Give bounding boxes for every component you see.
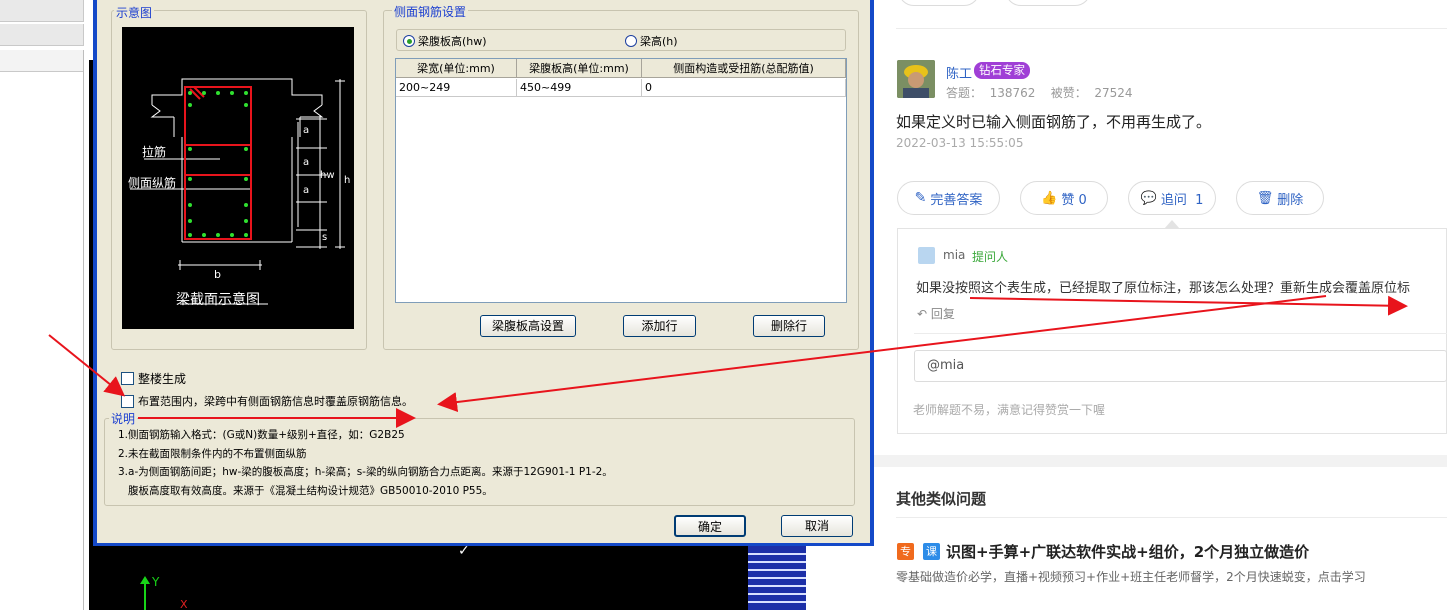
add-row-button[interactable]: 添加行 xyxy=(623,315,696,337)
rebar-table[interactable]: 梁宽(单位:mm) 梁腹板高(单位:mm) 侧面构造或受扭筋(总配筋值) 200… xyxy=(395,58,847,303)
table-header: 梁宽(单位:mm) 梁腹板高(单位:mm) 侧面构造或受扭筋(总配筋值) xyxy=(396,59,846,78)
delete-answer-button[interactable]: 🗑 删除 xyxy=(1236,181,1324,215)
diagram-label-hw: hw xyxy=(320,170,335,181)
followup-label: 追问 1 xyxy=(1160,192,1204,208)
asker-avatar[interactable] xyxy=(918,247,935,264)
separator xyxy=(896,517,1447,518)
radio-beam-height-label: 梁高(h) xyxy=(640,35,678,48)
note-line: 2.未在截面限制条件内的不布置侧面纵筋 xyxy=(118,448,307,460)
author-name[interactable]: 陈工 xyxy=(946,63,972,82)
app-panel-header xyxy=(0,50,84,72)
note-line: 3.a-为侧面钢筋间距；hw-梁的腹板高度；h-梁高；s-梁的纵向钢筋合力点距离… xyxy=(118,466,613,478)
thumbs-up-icon: 👍 xyxy=(1041,190,1058,206)
improve-answer-button[interactable]: ✎ 完善答案 xyxy=(897,181,1000,215)
note-line: 腹板高度取有效高度。来源于《混凝土结构设计规范》GB50010-2010 P55… xyxy=(118,485,493,497)
diagram-label-h: h xyxy=(344,175,351,186)
prev-action-pill[interactable] xyxy=(898,0,980,6)
diagram-label-b: b xyxy=(214,268,221,281)
cell-width[interactable]: 200~249 xyxy=(396,79,517,96)
comment-icon: 💬 xyxy=(1140,190,1157,206)
delete-answer-label: 删除 xyxy=(1277,192,1304,208)
whole-building-label: 整楼生成 xyxy=(138,372,187,386)
cell-rebar[interactable]: 0 xyxy=(642,79,846,96)
separator xyxy=(896,28,1447,29)
height-type-radio-group: 梁腹板高(hw) 梁高(h) xyxy=(396,29,846,51)
reply-link[interactable]: ↶ 回复 xyxy=(917,305,955,322)
overwrite-checkbox[interactable]: 布置范围内，梁跨中有侧面钢筋信息时覆盖原钢筋信息。 xyxy=(121,393,413,409)
x-axis-label: X xyxy=(180,598,188,611)
left-app-pane xyxy=(0,0,92,610)
section-divider xyxy=(874,455,1447,467)
cell-web-height[interactable]: 450~499 xyxy=(517,79,642,96)
cancel-button[interactable]: 取消 xyxy=(781,515,853,537)
y-axis-label: Y xyxy=(152,575,160,589)
notes-title: 说明 xyxy=(109,410,138,427)
overwrite-label: 布置范围内，梁跨中有侧面钢筋信息时覆盖原钢筋信息。 xyxy=(138,395,413,408)
improve-answer-label: 完善答案 xyxy=(930,192,983,208)
diagram-label-side-bar: 侧面纵筋 xyxy=(128,176,177,190)
radio-web-height-label: 梁腹板高(hw) xyxy=(418,35,487,48)
diagram-label-a: a xyxy=(303,157,310,168)
radio-web-height[interactable]: 梁腹板高(hw) xyxy=(403,33,487,49)
diagram-label-a: a xyxy=(303,125,310,136)
app-toolbar-row xyxy=(0,24,84,46)
web-height-settings-button[interactable]: 梁腹板高设置 xyxy=(480,315,576,337)
settings-group-title: 侧面钢筋设置 xyxy=(392,3,469,20)
column-header-rebar[interactable]: 侧面构造或受扭筋(总配筋值) xyxy=(642,59,846,77)
checkbox-unchecked-icon xyxy=(121,394,134,408)
ok-button[interactable]: 确定 xyxy=(674,515,746,537)
answer-time: 2022-03-13 15:55:05 xyxy=(896,136,1024,150)
followup-text: 如果没按照这个表生成，已经提取了原位标注，那该怎么处理？重新生成会覆盖原位标 xyxy=(916,281,1411,296)
author-stats: 答题： 138762 被赞： 27524 xyxy=(946,86,1133,100)
y-axis-line xyxy=(144,580,146,610)
followup-button[interactable]: 💬 追问 1 xyxy=(1128,181,1216,215)
diagram-caption: 梁截面示意图 xyxy=(176,292,260,308)
reply-hint: 老师解题不易，满意记得赞赏一下喔 xyxy=(913,403,1106,417)
like-label: 赞 0 xyxy=(1061,192,1087,208)
app-toolbar-row xyxy=(0,0,84,22)
similar-course-title[interactable]: 识图+手算+广联达软件实战+组价，2个月独立做造价 xyxy=(946,541,1309,562)
cad-layer-panel xyxy=(748,545,806,610)
column-header-web-height[interactable]: 梁腹板高(单位:mm) xyxy=(517,59,642,77)
table-row[interactable]: 200~249 450~499 0 xyxy=(396,79,846,97)
diagram-label-lajin: 拉筋 xyxy=(142,145,167,159)
like-button[interactable]: 👍 赞 0 xyxy=(1020,181,1108,215)
tag-ke-badge: 课 xyxy=(923,543,940,560)
asker-name[interactable]: mia xyxy=(943,248,965,262)
diagram-label-s: s xyxy=(322,232,328,243)
checkbox-unchecked-icon xyxy=(121,372,134,385)
similar-course-desc: 零基础做造价必学，直播+视频预习+作业+班主任老师督学，2个月快速蜕变，点击学习 xyxy=(896,570,1366,584)
diagram-group-title: 示意图 xyxy=(114,4,155,21)
similar-heading: 其他类似问题 xyxy=(896,490,987,508)
separator xyxy=(914,333,1447,334)
column-header-width[interactable]: 梁宽(单位:mm) xyxy=(396,59,517,77)
diagram-label-a: a xyxy=(303,185,310,196)
reply-label: 回复 xyxy=(930,307,955,321)
tag-zhuan-badge: 专 xyxy=(897,543,914,560)
radio-unselected-icon xyxy=(625,35,637,47)
cad-canvas[interactable] xyxy=(89,545,805,610)
trash-icon: 🗑 xyxy=(1256,190,1274,206)
answer-text: 如果定义时已输入侧面钢筋了，不用再生成了。 xyxy=(896,113,1212,131)
whole-building-checkbox[interactable]: 整楼生成 xyxy=(121,370,186,387)
avatar-image xyxy=(897,60,935,98)
radio-selected-icon xyxy=(403,35,415,47)
reply-arrow-icon: ↶ xyxy=(917,307,931,321)
delete-row-button[interactable]: 删除行 xyxy=(753,315,825,337)
pane-divider xyxy=(83,50,84,610)
prev-action-pill[interactable] xyxy=(1005,0,1091,6)
asker-role: 提问人 xyxy=(972,250,1009,264)
beam-section-diagram: 拉筋 侧面纵筋 a a a hw h s b 梁截面示意图 xyxy=(122,27,354,329)
note-line: 1.侧面钢筋输入格式：(G或N)数量+级别+直径，如：G2B25 xyxy=(118,429,405,441)
edit-icon: ✎ xyxy=(914,190,927,206)
avatar[interactable] xyxy=(897,60,935,98)
reply-input[interactable]: @mia xyxy=(914,350,1447,382)
radio-beam-height[interactable]: 梁高(h) xyxy=(625,33,678,49)
expert-badge: 钻石专家 xyxy=(974,62,1030,79)
